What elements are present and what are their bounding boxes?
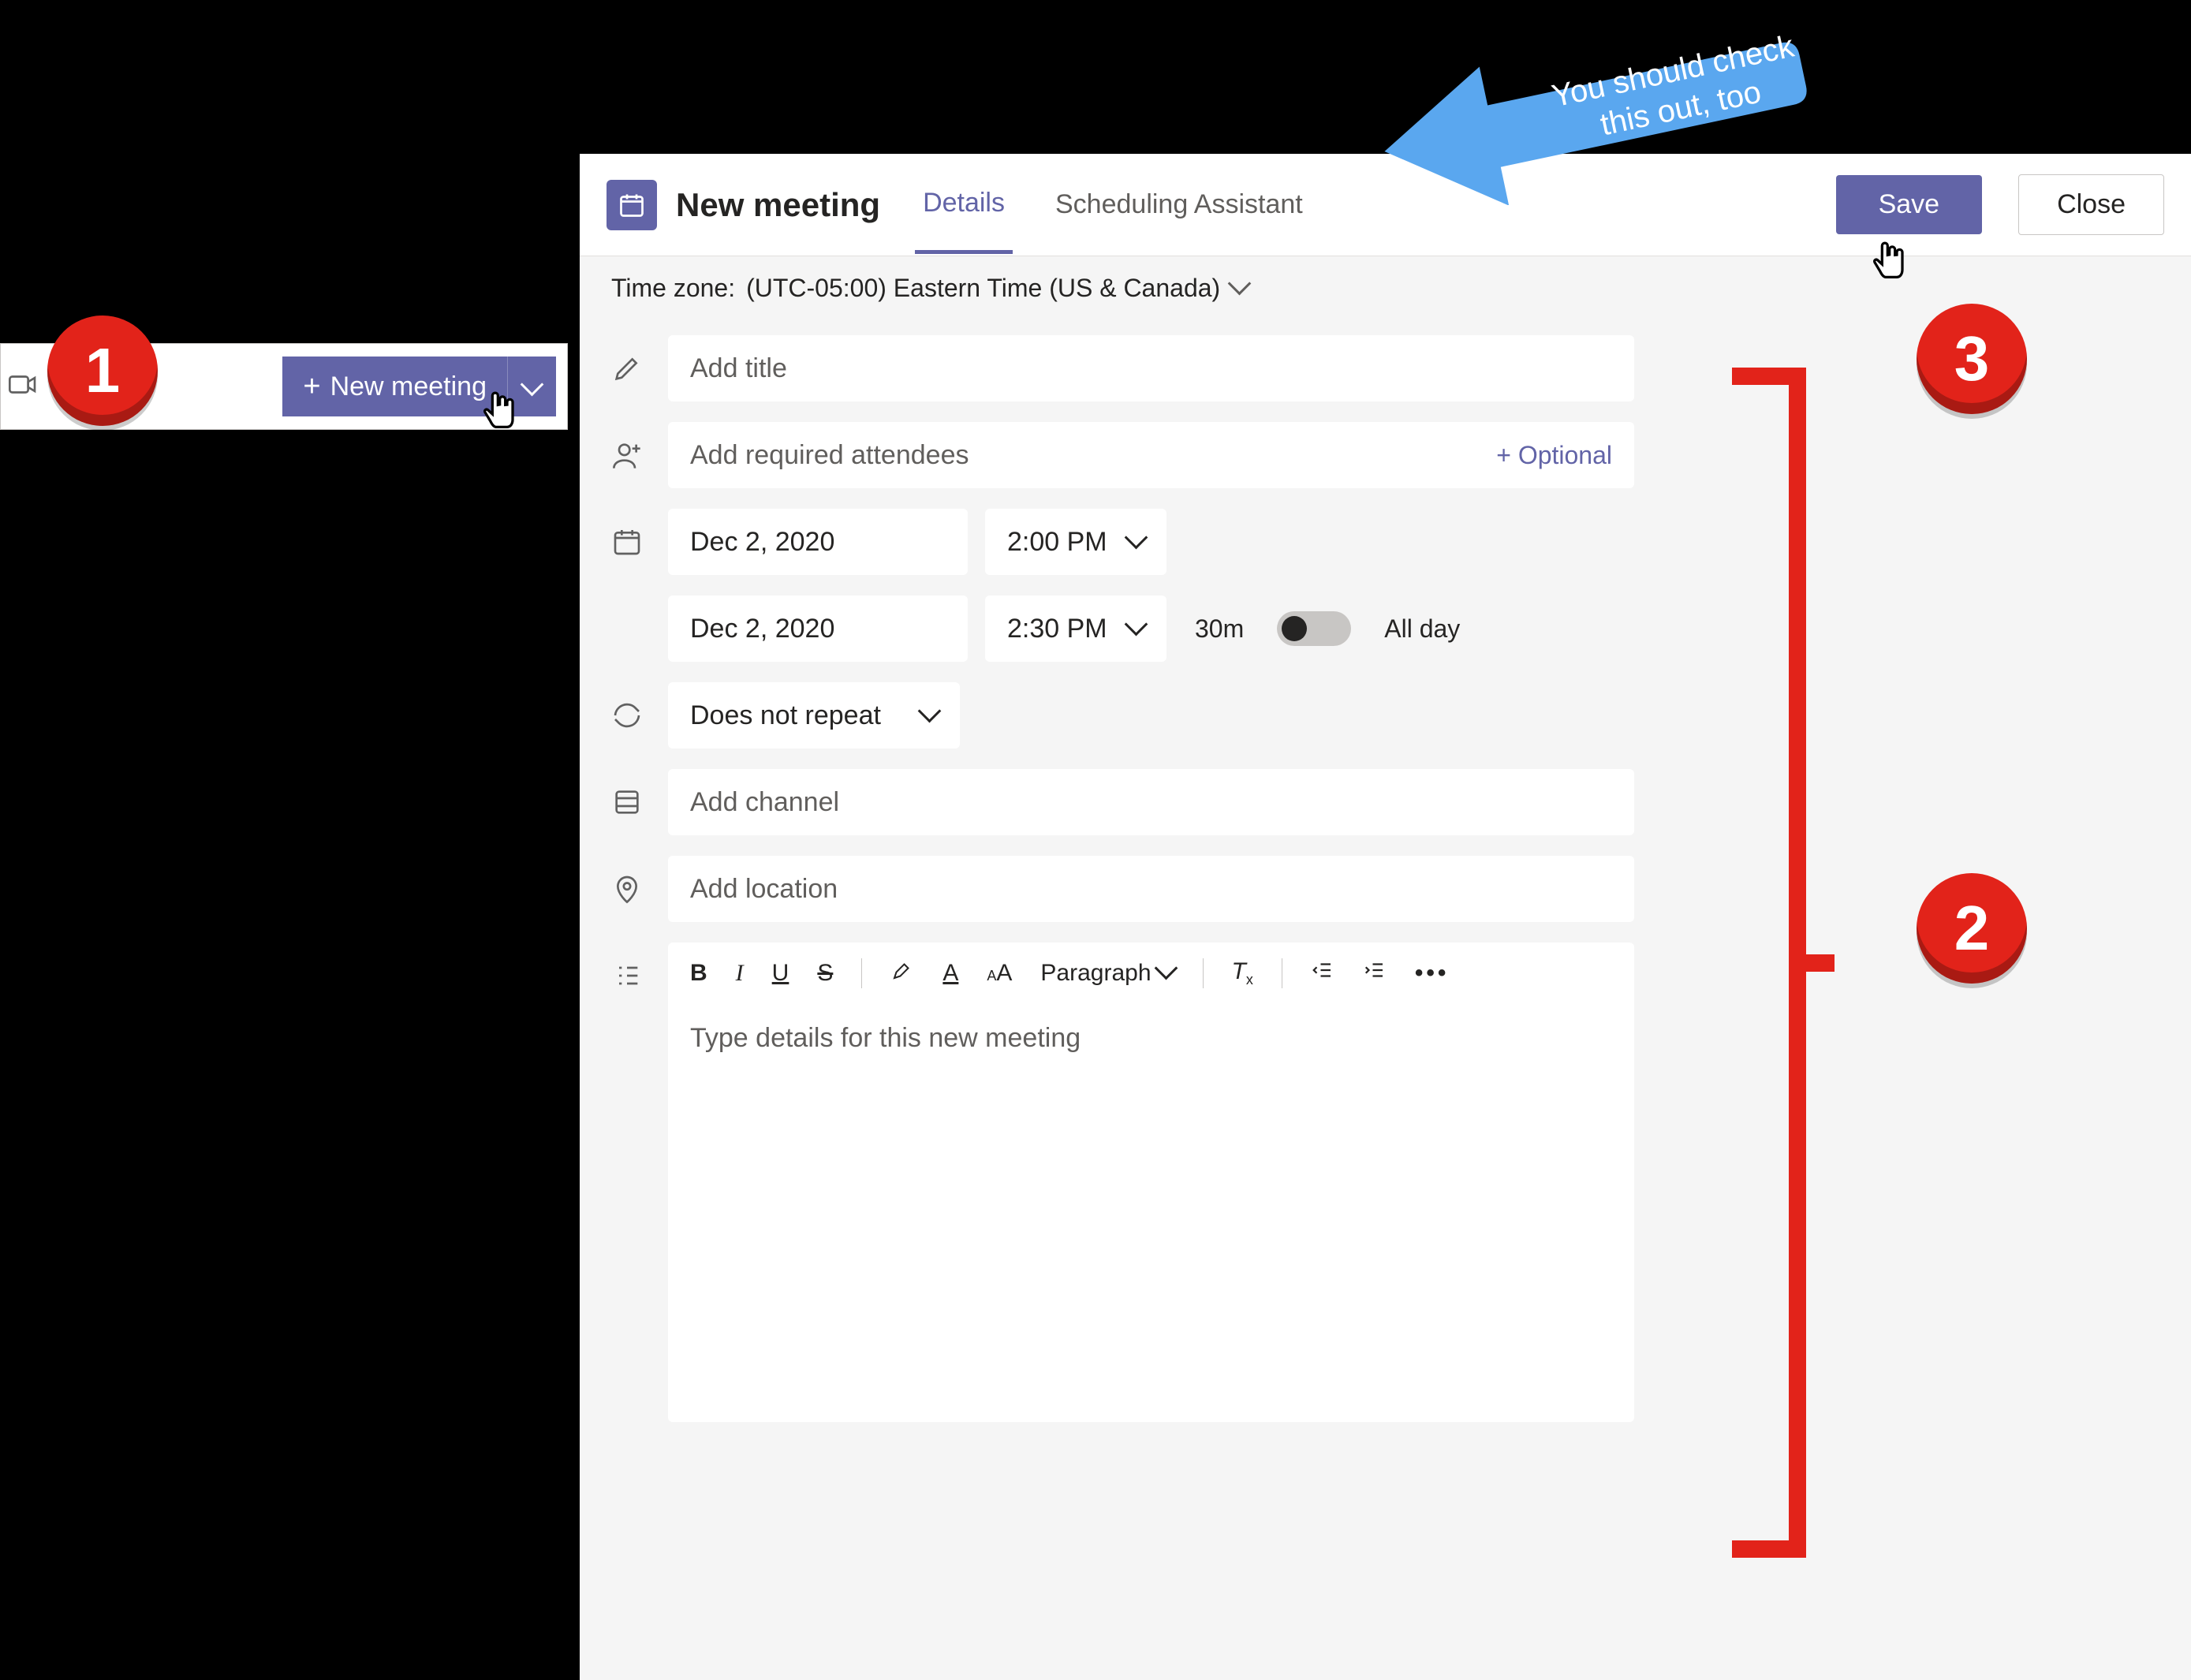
annotation-bracket: [1719, 368, 1806, 1558]
rte-toolbar: B I U S A AA Paragraph Tx: [668, 943, 1634, 1004]
timezone-value: (UTC-05:00) Eastern Time (US & Canada): [746, 274, 1220, 303]
repeat-field[interactable]: Does not repeat: [668, 682, 960, 749]
calendar-app-icon: [607, 180, 657, 230]
annotation-badge-3: 3: [1917, 304, 2027, 414]
location-input[interactable]: [690, 874, 1612, 905]
outdent-button[interactable]: [1311, 958, 1334, 988]
paragraph-dropdown[interactable]: Paragraph: [1040, 960, 1174, 987]
clear-format-button[interactable]: Tx: [1232, 958, 1253, 988]
annotation-arrow-text-l2: this out, too: [1556, 65, 1805, 153]
attendees-input[interactable]: [690, 440, 1496, 471]
italic-button[interactable]: I: [736, 960, 744, 987]
highlight-button[interactable]: [890, 958, 914, 988]
location-field[interactable]: [668, 856, 1634, 922]
timezone-label: Time zone:: [611, 274, 735, 303]
start-date-field[interactable]: Dec 2, 2020: [668, 509, 968, 575]
channel-icon: [611, 786, 646, 821]
end-time-field[interactable]: 2:30 PM: [985, 595, 1166, 662]
location-icon: [611, 873, 646, 908]
separator: [861, 958, 862, 988]
annotation-arrow-text-l1: You should check: [1548, 28, 1797, 116]
channel-input[interactable]: [690, 787, 1612, 818]
meet-now-icon[interactable]: [7, 369, 39, 405]
duration-label: 30m: [1195, 614, 1244, 644]
bold-button[interactable]: B: [690, 960, 707, 987]
separator: [1203, 958, 1204, 988]
font-size-button[interactable]: AA: [987, 960, 1012, 987]
chevron-down-icon: [1158, 960, 1174, 987]
title-field[interactable]: [668, 335, 1634, 401]
rich-text-editor: B I U S A AA Paragraph Tx: [668, 943, 1634, 1422]
all-day-label: All day: [1384, 614, 1460, 644]
chevron-down-icon: [1128, 527, 1144, 558]
indent-button[interactable]: [1363, 958, 1387, 988]
tab-details[interactable]: Details: [915, 188, 1013, 254]
panel-header: New meeting Details Scheduling Assistant…: [580, 154, 2191, 256]
plus-icon: +: [303, 371, 320, 401]
save-button[interactable]: Save: [1836, 175, 1983, 234]
close-button[interactable]: Close: [2018, 174, 2164, 235]
optional-link[interactable]: + Optional: [1496, 441, 1612, 470]
attendees-icon: [611, 439, 646, 474]
tab-scheduling-assistant[interactable]: Scheduling Assistant: [1047, 189, 1311, 220]
strike-button[interactable]: S: [817, 960, 833, 987]
repeat-icon: [611, 700, 646, 734]
chevron-down-icon: [921, 700, 938, 731]
annotation-badge-2: 2: [1917, 873, 2027, 984]
font-color-button[interactable]: A: [942, 960, 958, 987]
underline-button[interactable]: U: [772, 960, 789, 987]
all-day-toggle[interactable]: [1277, 611, 1351, 646]
start-time-field[interactable]: 2:00 PM: [985, 509, 1166, 575]
new-meeting-button[interactable]: + New meeting: [282, 357, 507, 416]
attendees-field[interactable]: + Optional: [668, 422, 1634, 488]
description-icon: [611, 960, 646, 995]
new-meeting-dropdown[interactable]: [507, 357, 556, 416]
end-date-field[interactable]: Dec 2, 2020: [668, 595, 968, 662]
new-meeting-label: New meeting: [330, 371, 487, 402]
page-title: New meeting: [676, 186, 880, 224]
chevron-down-icon: [1128, 614, 1144, 644]
more-button[interactable]: •••: [1415, 960, 1450, 987]
channel-field[interactable]: [668, 769, 1634, 835]
details-textarea[interactable]: Type details for this new meeting: [668, 1004, 1634, 1422]
title-input[interactable]: [690, 353, 1612, 384]
pencil-icon: [611, 353, 646, 387]
calendar-icon: [611, 526, 646, 561]
chevron-down-icon[interactable]: [1231, 274, 1248, 303]
annotation-badge-1: 1: [47, 315, 158, 426]
